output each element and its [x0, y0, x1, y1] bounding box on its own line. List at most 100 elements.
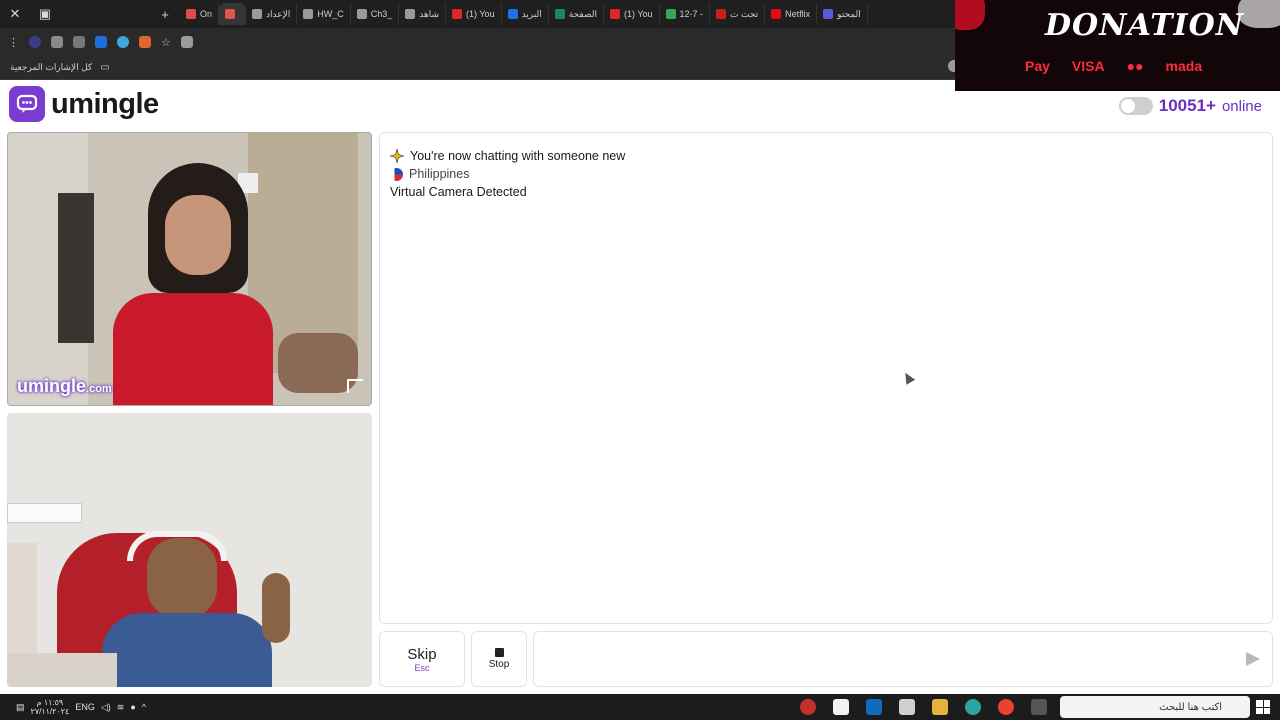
chat-message-country: Philippines: [390, 165, 1262, 183]
browser-tab[interactable]: Netflix: [765, 3, 818, 25]
file-explorer-icon[interactable]: [932, 699, 948, 715]
browser-tab[interactable]: الصفحة: [549, 3, 604, 25]
report-flag-icon[interactable]: [347, 379, 363, 393]
chat-message: You're now chatting with someone new: [390, 147, 1262, 165]
chrome-icon[interactable]: [998, 699, 1014, 715]
tab-favicon-icon: [356, 9, 367, 19]
tab-favicon-icon: [554, 9, 565, 19]
tab-label: شاهد: [419, 8, 440, 19]
video-headset: [127, 531, 227, 561]
stranger-country: Philippines: [409, 167, 470, 181]
clock-time: ١١:٥٩ م: [36, 698, 64, 707]
mada-label: mada: [1165, 58, 1203, 74]
chat-status-text: You're now chatting with someone new: [410, 149, 626, 163]
browser-tab[interactable]: الإعداد: [246, 3, 298, 25]
all-bookmarks-link[interactable]: كل الإشارات المرجعية: [10, 62, 92, 73]
tab-label: الإعداد: [266, 8, 291, 19]
outlook-icon[interactable]: [866, 699, 882, 715]
volume-icon[interactable]: ◁): [101, 702, 111, 713]
tab-label: Ch3_: [370, 9, 393, 19]
online-indicator: 10051+ online: [1118, 96, 1262, 116]
notification-icon[interactable]: ▤: [16, 702, 25, 713]
edge-icon[interactable]: [965, 699, 981, 715]
message-input[interactable]: [533, 631, 1273, 687]
tab-favicon-icon: [665, 9, 676, 19]
chat-log: You're now chatting with someone new Phi…: [379, 132, 1273, 624]
extension-orange-icon[interactable]: [139, 36, 151, 48]
browser-tab[interactable]: (1) You: [604, 3, 660, 25]
payment-methods: Pay VISA ●● mada: [1025, 58, 1202, 74]
store-icon[interactable]: [899, 699, 915, 715]
chat-message-warning: Virtual Camera Detected: [390, 183, 1262, 201]
mic-icon[interactable]: ●: [130, 702, 135, 712]
video-bed: [7, 653, 117, 687]
brand-name: umingle: [51, 87, 159, 120]
extension-circle-icon[interactable]: [117, 36, 129, 48]
browser-tab[interactable]: On: [180, 3, 220, 25]
tab-label: 12-7 -: [679, 9, 704, 19]
tab-favicon-icon: [303, 9, 314, 19]
task-view-icon[interactable]: [1031, 699, 1047, 715]
bookmark-star-icon[interactable]: ☆: [161, 36, 171, 49]
close-window-icon[interactable]: ✕: [0, 6, 30, 22]
tab-favicon-icon: [609, 9, 620, 19]
language-indicator[interactable]: ENG: [75, 702, 95, 712]
paint-splash-white: [1238, 0, 1280, 28]
new-tab-icon[interactable]: +: [150, 7, 180, 22]
taskbar-apps: [800, 699, 1047, 715]
tab-label: Netflix: [785, 9, 811, 19]
donation-overlay: DONATION Pay VISA ●● mada: [955, 0, 1280, 91]
browser-tab[interactable]: HW_C: [297, 3, 351, 25]
file-icon[interactable]: [833, 699, 849, 715]
extension-blue-icon[interactable]: [95, 36, 107, 48]
tab-actions-icon[interactable]: ▣: [30, 6, 60, 22]
tray-expand-icon[interactable]: ^: [142, 702, 146, 712]
tab-label: الصفحة: [568, 8, 597, 19]
clock-date: ٢٧/١١/٢٠٢٤: [30, 707, 70, 716]
tab-favicon-icon: [771, 9, 782, 19]
win-pane: [1256, 700, 1263, 707]
tab-label: (1) You: [466, 9, 495, 19]
browser-tab[interactable]: شاهد: [399, 3, 447, 25]
browser-tab[interactable]: تحت ت: [710, 3, 766, 25]
browser-tab[interactable]: البريد: [502, 3, 549, 25]
chat-bubble-icon: [9, 86, 45, 122]
wifi-icon[interactable]: ≋: [117, 702, 125, 713]
video-ac-unit: [7, 503, 82, 523]
extension-icon[interactable]: [51, 36, 63, 48]
watermark-text: umingle: [17, 376, 87, 396]
browser-tab[interactable]: (1) You: [446, 3, 502, 25]
clock[interactable]: ١١:٥٩ م ٢٧/١١/٢٠٢٤: [31, 698, 70, 716]
skip-button[interactable]: Skip Esc: [379, 631, 465, 687]
taskbar-search[interactable]: اكتب هنا للبحث: [1060, 696, 1250, 718]
tab-favicon-icon: [452, 9, 463, 19]
app-icon-red[interactable]: [800, 699, 816, 715]
browser-tab[interactable]: المحتو: [817, 3, 868, 25]
browser-tab[interactable]: Ch3_: [351, 3, 400, 25]
tab-favicon-icon: [823, 9, 834, 19]
watermark-suffix: .com: [86, 383, 112, 395]
tab-label: تحت ت: [730, 8, 759, 19]
install-app-icon[interactable]: [180, 36, 193, 48]
profile-icon[interactable]: [29, 36, 41, 48]
send-icon[interactable]: [1246, 652, 1260, 666]
browser-tab[interactable]: 12-7 -: [660, 3, 711, 25]
tab-favicon-icon: [186, 9, 196, 19]
mastercard-label: ●●: [1126, 58, 1144, 74]
windows-start-icon[interactable]: [1256, 700, 1270, 714]
tab-label: On: [200, 9, 213, 19]
theme-toggle[interactable]: [1118, 97, 1153, 115]
reading-list-icon[interactable]: [73, 36, 85, 48]
stop-button[interactable]: Stop: [471, 631, 527, 687]
os-taskbar: ▤ ١١:٥٩ م ٢٧/١١/٢٠٢٤ ENG ◁) ≋ ● ^ اكتب ه…: [0, 694, 1280, 720]
sparkle-icon: [390, 149, 404, 163]
site-logo[interactable]: umingle: [9, 86, 159, 122]
tray-left: ▤ ١١:٥٩ م ٢٧/١١/٢٠٢٤ ENG ◁) ≋ ● ^: [0, 698, 146, 716]
tab-label: (1) You: [623, 9, 653, 19]
online-label: online: [1221, 97, 1262, 115]
umingle-watermark: umingle.com: [17, 376, 112, 397]
browser-tab[interactable]: [219, 3, 247, 25]
stop-icon: [494, 648, 504, 657]
tab-list: On الإعداد HW_C Ch3_ شاهد (1) You البريد الصفحة…: [180, 3, 868, 25]
menu-icon[interactable]: ⋮: [8, 36, 19, 49]
